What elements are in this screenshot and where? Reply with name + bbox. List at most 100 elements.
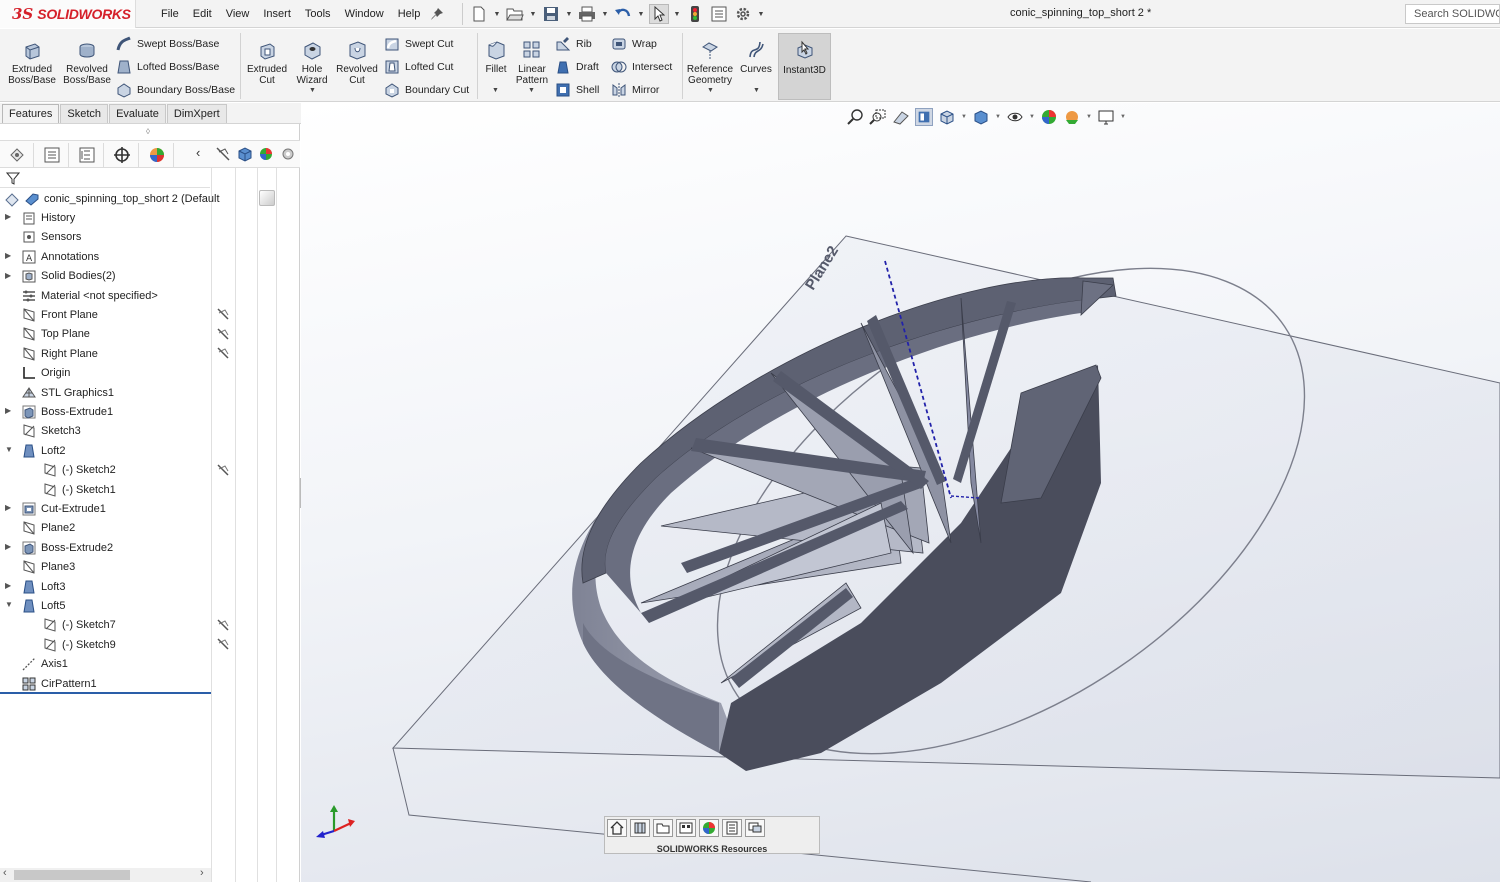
design-library-icon[interactable] (630, 819, 650, 837)
tab-features[interactable]: Features (2, 104, 60, 123)
tree-node[interactable]: Sensors (21, 228, 81, 247)
linear-pattern-button[interactable]: Linear Pattern (513, 39, 551, 86)
scroll-thumb[interactable] (14, 870, 130, 880)
chevron-down-icon[interactable]: ▼ (1086, 114, 1092, 120)
zoom-to-area-icon[interactable] (869, 108, 887, 126)
expand-arrow-icon[interactable]: ▶ (5, 503, 11, 512)
display-manager-tab[interactable] (141, 143, 174, 167)
undo-icon[interactable] (613, 4, 633, 24)
previous-view-icon[interactable] (892, 108, 910, 126)
tree-node[interactable]: Axis1 (21, 655, 68, 674)
custom-properties-icon[interactable] (722, 819, 742, 837)
print-icon[interactable] (577, 4, 597, 24)
tree-node[interactable]: Material <not specified> (21, 286, 158, 305)
boundary-boss-base-button[interactable]: Boundary Boss/Base (116, 82, 235, 98)
rebuild-traffic-light-icon[interactable] (685, 4, 705, 24)
chevron-down-icon[interactable]: ▼ (601, 4, 609, 24)
tree-node[interactable]: STL Graphics1 (21, 383, 114, 402)
forum-icon[interactable] (745, 819, 765, 837)
tree-node[interactable]: (-) Sketch2 (42, 461, 116, 480)
intersect-button[interactable]: Intersect (611, 59, 672, 75)
menu-edit[interactable]: Edit (186, 8, 219, 20)
chevron-down-icon[interactable]: ▼ (673, 4, 681, 24)
hole-wizard-button[interactable]: Hole Wizard (293, 39, 331, 86)
tree-root-part[interactable]: conic_spinning_top_short 2 (Default (4, 189, 220, 208)
hide-show-icon[interactable] (215, 146, 231, 165)
menu-file[interactable]: File (154, 8, 186, 20)
search-box[interactable]: ? Search SOLIDWORKS (1405, 4, 1500, 24)
reference-geometry-button[interactable]: Reference Geometry (686, 39, 734, 86)
extruded-boss-base-button[interactable]: Extruded Boss/Base (8, 39, 56, 86)
rib-button[interactable]: Rib (555, 36, 592, 52)
chevron-down-icon[interactable]: ▼ (757, 4, 765, 24)
file-properties-icon[interactable] (709, 4, 729, 24)
expand-arrow-icon[interactable]: ▶ (5, 406, 11, 415)
chevron-down-icon[interactable]: ▼ (995, 114, 1001, 120)
tree-node[interactable]: A Annotations (21, 247, 99, 266)
chevron-down-icon[interactable]: ▼ (493, 4, 501, 24)
menu-view[interactable]: View (219, 8, 257, 20)
zoom-to-fit-icon[interactable] (846, 108, 864, 126)
scene-appearance-icon[interactable] (258, 146, 276, 165)
tree-node[interactable]: Solid Bodies(2) (21, 267, 116, 286)
chevron-down-icon[interactable]: ▼ (528, 87, 535, 94)
filter-funnel-icon[interactable] (6, 171, 20, 185)
dimxpert-manager-tab[interactable] (106, 143, 139, 167)
tree-node[interactable]: Loft3 (21, 577, 65, 596)
chevron-down-icon[interactable]: ▼ (637, 4, 645, 24)
lofted-boss-base-button[interactable]: Lofted Boss/Base (116, 59, 219, 75)
edit-appearance-icon[interactable] (1040, 108, 1058, 126)
menu-help[interactable]: Help (391, 8, 428, 20)
view-cube-icon[interactable] (237, 146, 253, 165)
property-manager-tab[interactable] (36, 143, 69, 167)
feature-manager-tab[interactable] (1, 143, 34, 167)
realview-icon[interactable] (280, 146, 296, 165)
file-explorer-icon[interactable] (653, 819, 673, 837)
menu-insert[interactable]: Insert (256, 8, 298, 20)
menu-tools[interactable]: Tools (298, 8, 338, 20)
appearances-icon[interactable] (699, 819, 719, 837)
solidworks-logo[interactable]: 3S SOLIDWORKS (0, 0, 136, 28)
tree-node[interactable]: (-) Sketch1 (42, 480, 116, 499)
new-document-icon[interactable] (469, 4, 489, 24)
scroll-right-icon[interactable]: › (200, 867, 204, 879)
tree-node[interactable]: Top Plane (21, 325, 90, 344)
expand-arrow-icon[interactable]: ▶ (5, 251, 11, 260)
chevron-down-icon[interactable]: ▼ (961, 114, 967, 120)
hidden-eye-icon[interactable] (216, 637, 230, 651)
tab-sketch[interactable]: Sketch (60, 104, 109, 123)
chevron-down-icon[interactable]: ▼ (1120, 114, 1126, 120)
tab-dimxpert[interactable]: DimXpert (166, 104, 227, 123)
boundary-cut-button[interactable]: Boundary Cut (384, 82, 469, 98)
tree-node[interactable]: Front Plane (21, 305, 98, 324)
tree-node[interactable]: (-) Sketch9 (42, 635, 116, 654)
tree-node[interactable]: Right Plane (21, 344, 98, 363)
view-palette-icon[interactable] (676, 819, 696, 837)
revolved-boss-base-button[interactable]: Revolved Boss/Base (62, 39, 112, 86)
apply-scene-icon[interactable] (1063, 108, 1081, 126)
chevron-down-icon[interactable]: ▼ (529, 4, 537, 24)
tree-node[interactable]: Loft2 (21, 441, 65, 460)
view-settings-monitor-icon[interactable] (1097, 108, 1115, 126)
swept-cut-button[interactable]: Swept Cut (384, 36, 453, 52)
hidden-eye-icon[interactable] (216, 463, 230, 477)
hidden-eye-icon[interactable] (216, 307, 230, 321)
chevron-down-icon[interactable]: ▼ (309, 87, 316, 94)
panel-splitter-icon[interactable]: ◊ (146, 127, 150, 136)
scroll-left-icon[interactable]: ‹ (3, 867, 7, 879)
swept-boss-base-button[interactable]: Swept Boss/Base (116, 36, 219, 52)
tree-node[interactable]: Cut-Extrude1 (21, 499, 106, 518)
tree-node[interactable]: Plane3 (21, 558, 75, 577)
display-state-icon[interactable] (259, 190, 275, 206)
chevron-down-icon[interactable]: ▼ (492, 87, 499, 94)
open-folder-icon[interactable] (505, 4, 525, 24)
collapse-arrow-icon[interactable]: ▼ (5, 600, 13, 609)
select-pointer-icon[interactable] (649, 4, 669, 24)
draft-button[interactable]: Draft (555, 59, 599, 75)
home-icon[interactable] (607, 819, 627, 837)
curves-button[interactable]: Curves (738, 39, 774, 75)
tree-node[interactable]: Origin (21, 364, 70, 383)
tree-node[interactable]: Loft5 (21, 596, 65, 615)
revolved-cut-button[interactable]: Revolved Cut (334, 39, 380, 86)
tree-node[interactable]: Plane2 (21, 519, 75, 538)
